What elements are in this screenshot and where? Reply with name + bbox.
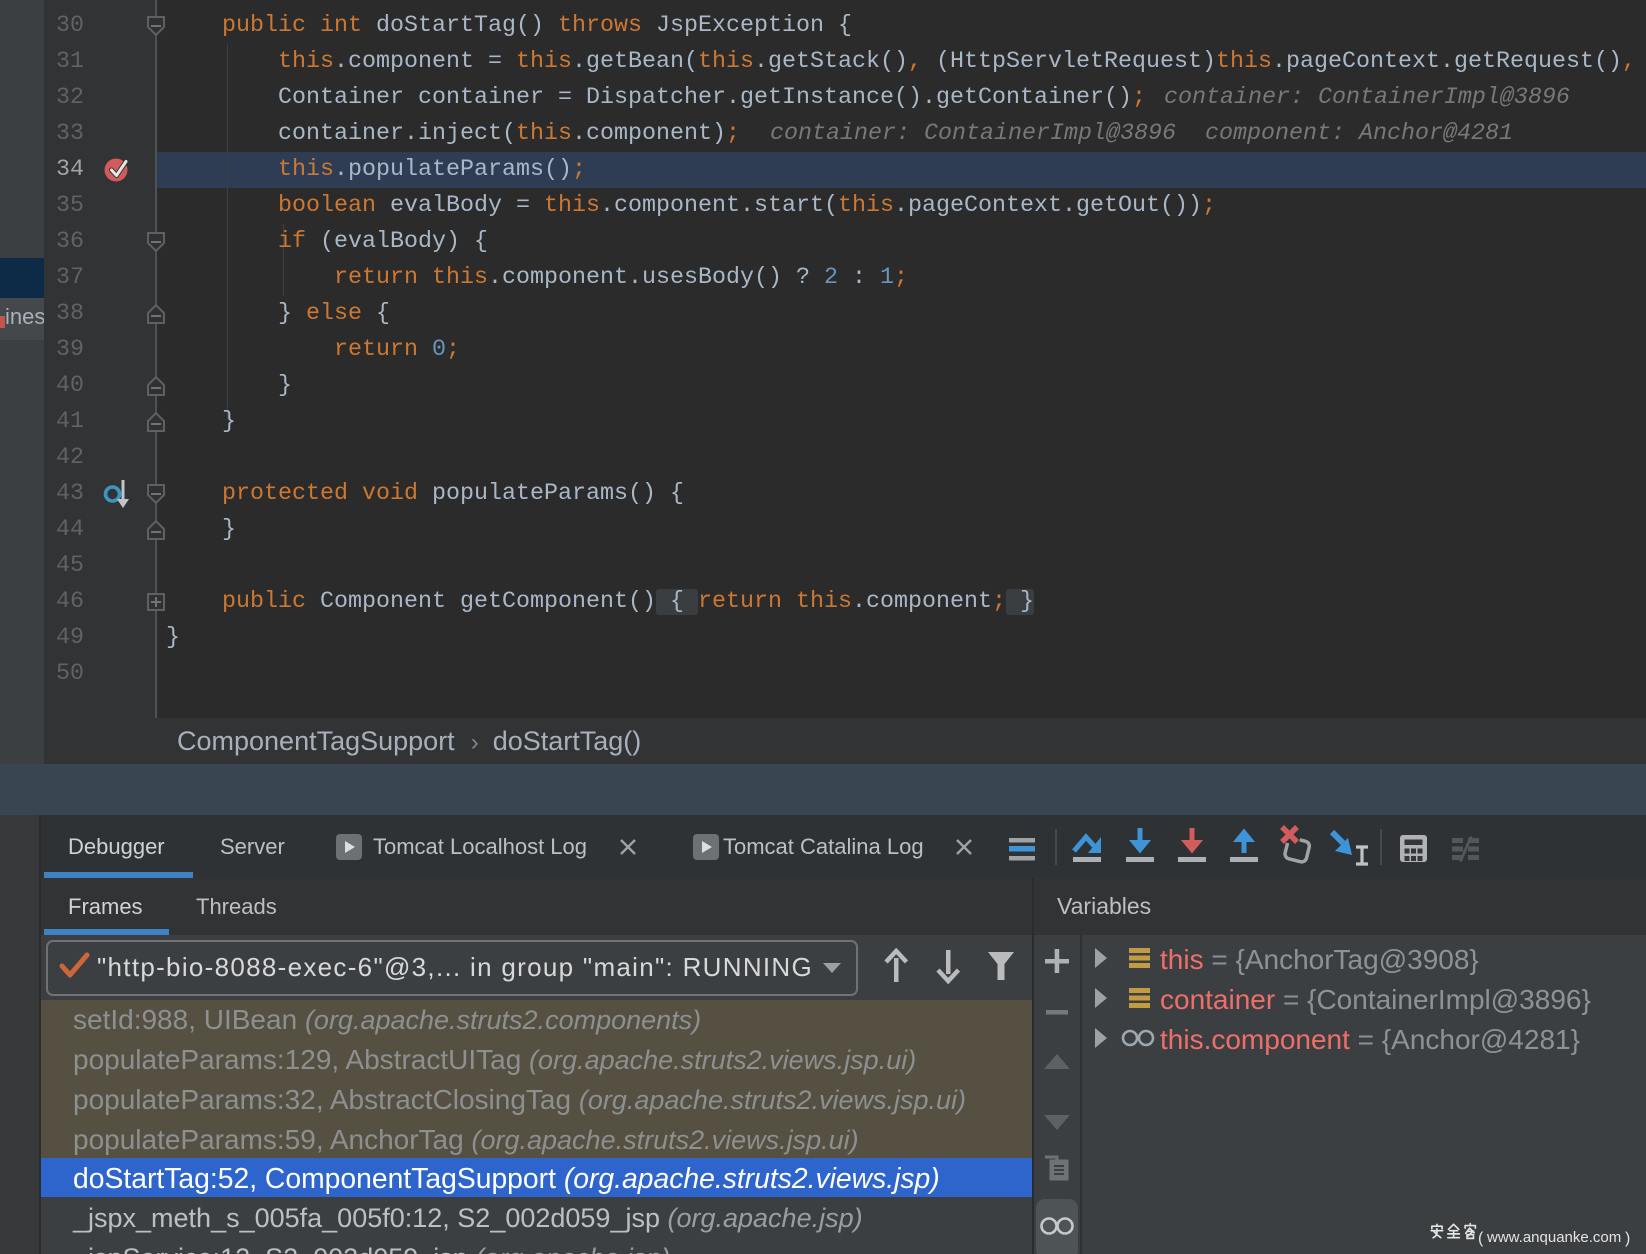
svg-text:www.anquanke.com: www.anquanke.com (1486, 1229, 1621, 1246)
svg-text:(: ( (1478, 1230, 1484, 1247)
svg-text:): ) (1625, 1230, 1630, 1247)
